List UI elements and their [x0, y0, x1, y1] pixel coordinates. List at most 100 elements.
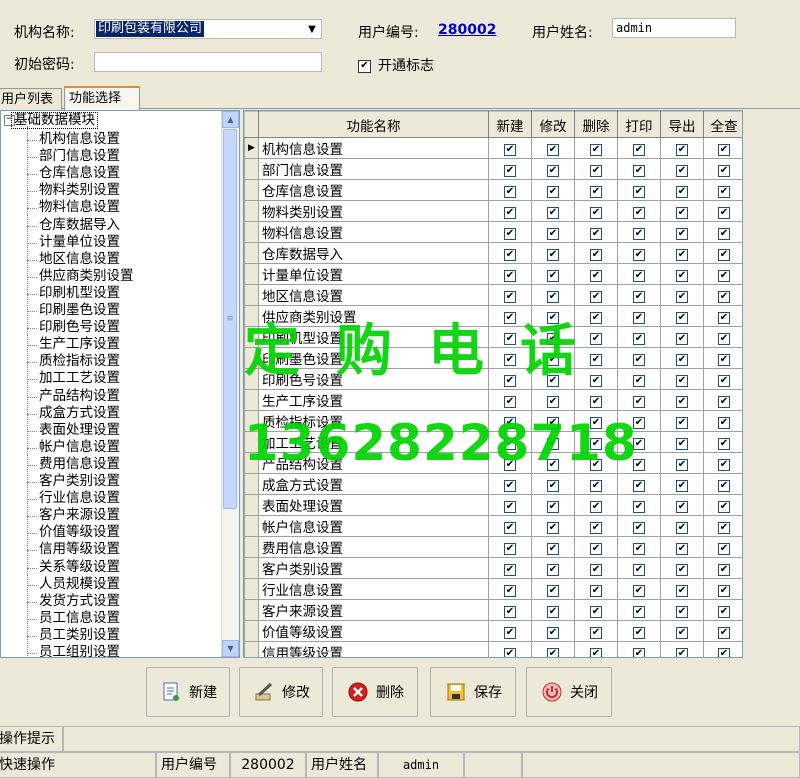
checkbox-new[interactable]: ✔ [504, 186, 516, 198]
new-button[interactable]: 新建 [146, 667, 230, 717]
checkbox-print[interactable]: ✔ [633, 291, 645, 303]
checkbox-print[interactable]: ✔ [633, 207, 645, 219]
grid-cell-edit[interactable]: ✔ [531, 284, 575, 306]
grid-cell-new[interactable]: ✔ [488, 536, 532, 558]
grid-row[interactable]: 仓库信息设置 ✔ ✔ ✔ ✔ ✔ ✔ [244, 179, 742, 201]
grid-row[interactable]: 客户类别设置 ✔ ✔ ✔ ✔ ✔ ✔ [244, 557, 742, 579]
checkbox-delete[interactable]: ✔ [590, 249, 602, 261]
grid-cell-function-name[interactable]: 仓库信息设置 [258, 179, 489, 201]
grid-cell-viewall[interactable]: ✔ [703, 473, 742, 495]
row-indicator[interactable] [244, 389, 259, 411]
grid-cell-delete[interactable]: ✔ [574, 620, 618, 642]
row-indicator[interactable] [244, 620, 259, 642]
checkbox-export[interactable]: ✔ [676, 648, 688, 657]
grid-cell-print[interactable]: ✔ [617, 137, 661, 159]
grid-cell-delete[interactable]: ✔ [574, 599, 618, 621]
checkbox-export[interactable]: ✔ [676, 543, 688, 555]
tree-item[interactable]: 员工信息设置 [39, 610, 120, 627]
grid-row[interactable]: 生产工序设置 ✔ ✔ ✔ ✔ ✔ ✔ [244, 389, 742, 411]
grid-cell-print[interactable]: ✔ [617, 242, 661, 264]
grid-cell-viewall[interactable]: ✔ [703, 179, 742, 201]
checkbox-export[interactable]: ✔ [676, 354, 688, 366]
grid-cell-function-name[interactable]: 机构信息设置 [258, 137, 489, 159]
checkbox-new[interactable]: ✔ [504, 291, 516, 303]
checkbox-edit[interactable]: ✔ [547, 186, 559, 198]
checkbox-new[interactable]: ✔ [504, 585, 516, 597]
checkbox-viewall[interactable]: ✔ [718, 270, 730, 282]
grid-cell-viewall[interactable]: ✔ [703, 347, 742, 369]
grid-cell-new[interactable]: ✔ [488, 179, 532, 201]
checkbox-new[interactable]: ✔ [504, 501, 516, 513]
grid-cell-delete[interactable]: ✔ [574, 536, 618, 558]
grid-cell-export[interactable]: ✔ [660, 284, 704, 306]
grid-cell-function-name[interactable]: 物料信息设置 [258, 221, 489, 243]
checkbox-edit[interactable]: ✔ [547, 228, 559, 240]
checkbox-export[interactable]: ✔ [676, 501, 688, 513]
checkbox-export[interactable]: ✔ [676, 459, 688, 471]
checkbox-edit[interactable]: ✔ [547, 627, 559, 639]
row-indicator[interactable] [244, 599, 259, 621]
checkbox-export[interactable]: ✔ [676, 564, 688, 576]
checkbox-edit[interactable]: ✔ [547, 249, 559, 261]
tree-item[interactable]: 仓库信息设置 [39, 165, 120, 182]
checkbox-edit[interactable]: ✔ [547, 144, 559, 156]
checkbox-export[interactable]: ✔ [676, 144, 688, 156]
grid-cell-new[interactable]: ✔ [488, 284, 532, 306]
checkbox-export[interactable]: ✔ [676, 207, 688, 219]
checkbox-new[interactable]: ✔ [504, 270, 516, 282]
checkbox-viewall[interactable]: ✔ [718, 585, 730, 597]
checkbox-viewall[interactable]: ✔ [718, 417, 730, 429]
checkbox-export[interactable]: ✔ [676, 606, 688, 618]
checkbox-print[interactable]: ✔ [633, 375, 645, 387]
edit-button[interactable]: 修改 [239, 667, 323, 717]
checkbox-export[interactable]: ✔ [676, 270, 688, 282]
grid-cell-viewall[interactable]: ✔ [703, 578, 742, 600]
grid-cell-print[interactable]: ✔ [617, 641, 661, 657]
checkbox-export[interactable]: ✔ [676, 480, 688, 492]
checkbox-export[interactable]: ✔ [676, 438, 688, 450]
grid-cell-export[interactable]: ✔ [660, 431, 704, 453]
checkbox-viewall[interactable]: ✔ [718, 228, 730, 240]
grid-cell-export[interactable]: ✔ [660, 641, 704, 657]
grid-cell-function-name[interactable]: 成盒方式设置 [258, 473, 489, 495]
grid-cell-export[interactable]: ✔ [660, 347, 704, 369]
grid-cell-viewall[interactable]: ✔ [703, 200, 742, 222]
checkbox-delete[interactable]: ✔ [590, 585, 602, 597]
checkbox-export[interactable]: ✔ [676, 585, 688, 597]
row-indicator[interactable] [244, 242, 259, 264]
checkbox-delete[interactable]: ✔ [590, 228, 602, 240]
tree-item[interactable]: 客户来源设置 [39, 507, 120, 524]
grid-cell-function-name[interactable]: 计量单位设置 [258, 263, 489, 285]
grid-cell-new[interactable]: ✔ [488, 263, 532, 285]
grid-row[interactable]: 行业信息设置 ✔ ✔ ✔ ✔ ✔ ✔ [244, 578, 742, 600]
checkbox-edit[interactable]: ✔ [547, 606, 559, 618]
grid-cell-viewall[interactable]: ✔ [703, 368, 742, 390]
grid-cell-viewall[interactable]: ✔ [703, 326, 742, 348]
tab-user-list[interactable]: 用户列表 [0, 88, 62, 110]
grid-cell-viewall[interactable]: ✔ [703, 389, 742, 411]
checkbox-viewall[interactable]: ✔ [718, 564, 730, 576]
grid-row[interactable]: 客户来源设置 ✔ ✔ ✔ ✔ ✔ ✔ [244, 599, 742, 621]
grid-cell-function-name[interactable]: 物料类别设置 [258, 200, 489, 222]
save-button[interactable]: 保存 [430, 667, 516, 717]
checkbox-delete[interactable]: ✔ [590, 606, 602, 618]
checkbox-delete[interactable]: ✔ [590, 522, 602, 534]
grid-cell-export[interactable]: ✔ [660, 368, 704, 390]
checkbox-new[interactable]: ✔ [504, 627, 516, 639]
checkbox-print[interactable]: ✔ [633, 165, 645, 177]
checkbox-delete[interactable]: ✔ [590, 291, 602, 303]
checkbox-edit[interactable]: ✔ [547, 648, 559, 657]
chevron-down-icon[interactable]: ▼ [303, 20, 321, 38]
grid-cell-print[interactable]: ✔ [617, 221, 661, 243]
grid-cell-print[interactable]: ✔ [617, 179, 661, 201]
checkbox-delete[interactable]: ✔ [590, 396, 602, 408]
grid-row[interactable]: 帐户信息设置 ✔ ✔ ✔ ✔ ✔ ✔ [244, 515, 742, 537]
row-indicator[interactable] [244, 536, 259, 558]
grid-cell-delete[interactable]: ✔ [574, 389, 618, 411]
checkbox-viewall[interactable]: ✔ [718, 354, 730, 366]
checkbox-viewall[interactable]: ✔ [718, 207, 730, 219]
delete-button[interactable]: 删除 [332, 667, 418, 717]
checkbox-delete[interactable]: ✔ [590, 564, 602, 576]
grid-cell-print[interactable]: ✔ [617, 347, 661, 369]
checkbox-viewall[interactable]: ✔ [718, 291, 730, 303]
